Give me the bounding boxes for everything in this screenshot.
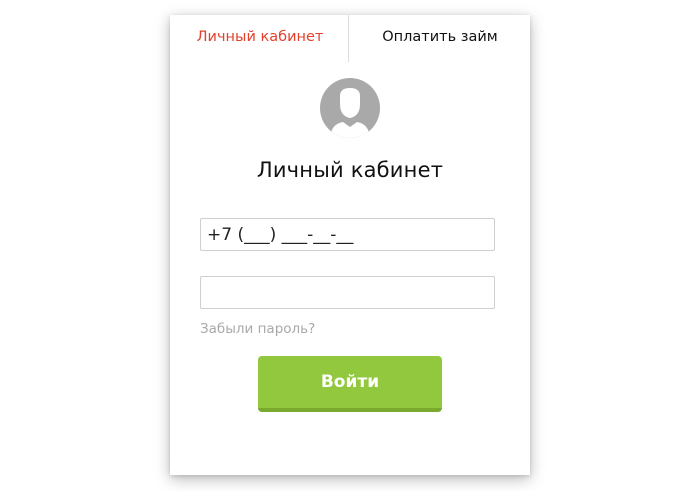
tab-personal-account-label: Личный кабинет: [196, 29, 324, 45]
tab-divider: [348, 15, 349, 62]
tab-pay-loan-label: Оплатить займ: [382, 29, 498, 45]
login-card: Личный кабинет Оплатить займ Личный каби…: [170, 15, 530, 475]
password-input[interactable]: [200, 276, 495, 309]
tab-bar: Личный кабинет Оплатить займ: [170, 15, 530, 62]
forgot-password-link[interactable]: Забыли пароль?: [200, 321, 315, 337]
phone-input[interactable]: [200, 218, 495, 251]
tab-pay-loan[interactable]: Оплатить займ: [350, 15, 530, 62]
user-avatar-icon: [320, 78, 380, 138]
tab-personal-account[interactable]: Личный кабинет: [170, 15, 350, 62]
login-button[interactable]: Войти: [258, 356, 442, 412]
page-title: Личный кабинет: [256, 158, 444, 182]
